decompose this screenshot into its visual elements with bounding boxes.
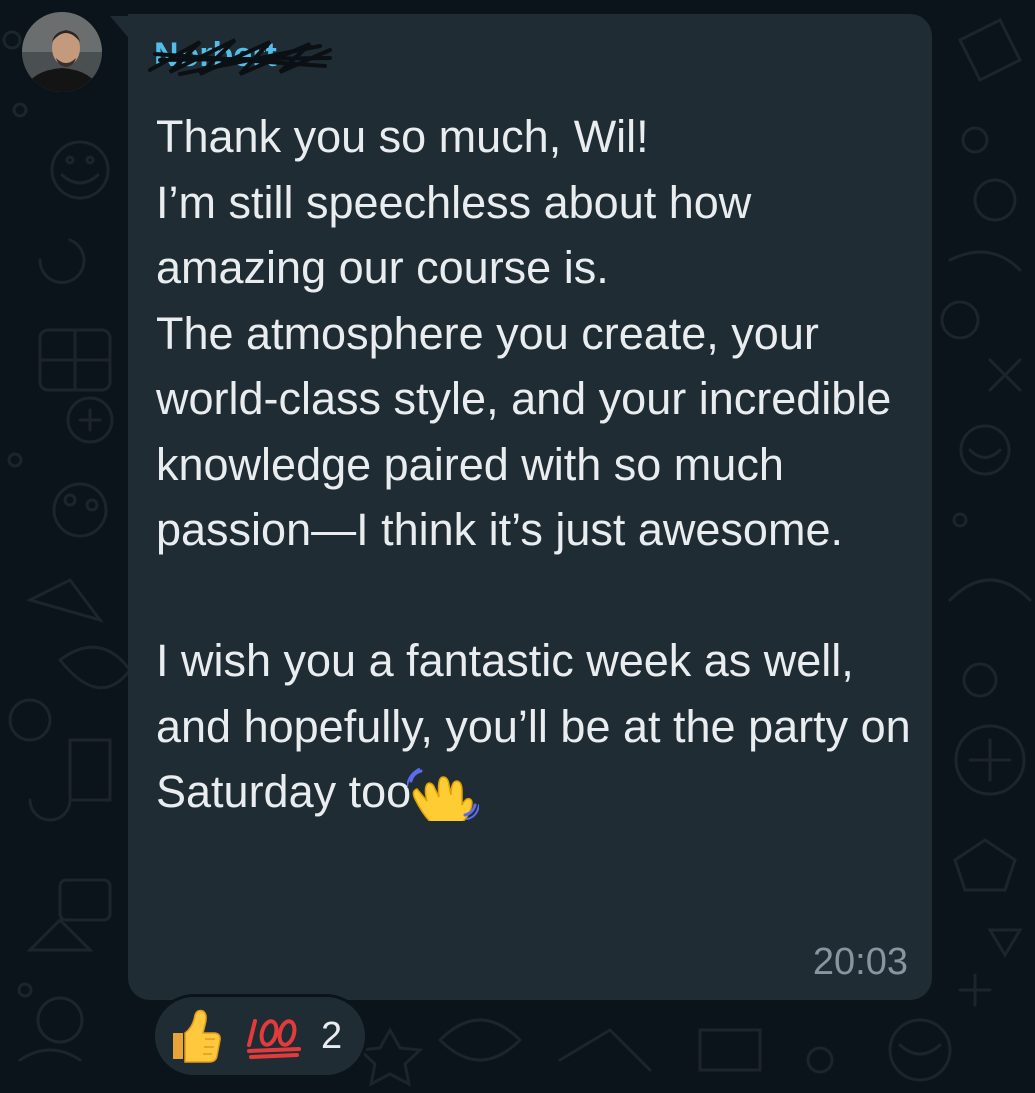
redaction-scribble <box>148 38 332 76</box>
message-timestamp: 20:03 <box>812 941 908 983</box>
reaction-count: 2 <box>321 1015 343 1057</box>
avatar-photo <box>22 12 102 92</box>
hundred-points-emoji <box>247 1019 301 1059</box>
message-bubble[interactable]: Norbert Thank you so much, Wil! I’m stil… <box>128 14 932 1000</box>
message-body: Thank you so much, Wil! I’m still speech… <box>156 111 911 817</box>
reactions-pill[interactable]: 2 <box>152 994 368 1078</box>
thumbs-up-emoji <box>173 1009 221 1063</box>
message-text: Thank you so much, Wil! I’m still speech… <box>156 104 916 825</box>
sender-avatar[interactable] <box>22 12 102 92</box>
waving-hand-emoji <box>407 768 480 821</box>
